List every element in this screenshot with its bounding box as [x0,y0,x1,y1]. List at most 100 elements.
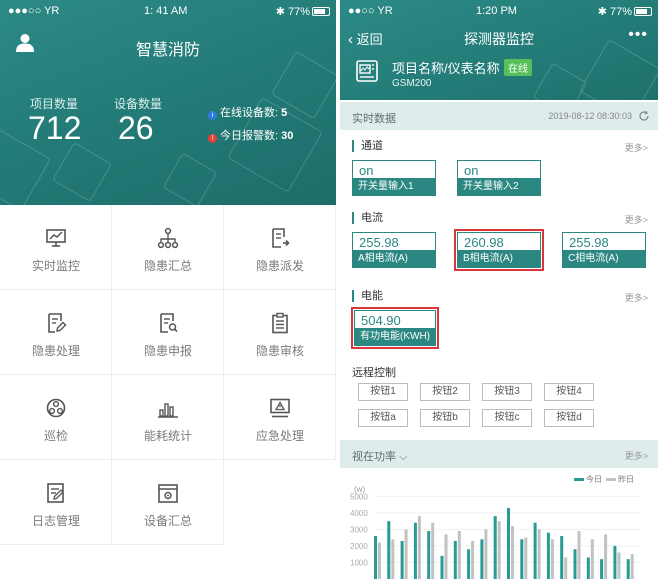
bar-today [533,522,537,579]
current-value-card[interactable]: 255.98 A相电流(A) [352,232,436,268]
device-gear-icon [158,484,178,503]
hierarchy-icon [157,227,179,249]
remote-button-5[interactable]: 按钮a [358,409,408,427]
bar-yesterday [417,516,421,579]
current-value-name: C相电流(A) [563,250,645,267]
remote-button-2[interactable]: 按钮2 [420,383,470,401]
bar-today [573,549,577,579]
battery-status: ✱ 77% [598,5,652,18]
alarm-value: 30 [281,130,294,142]
channel-value-name: 开关量输入2 [458,178,540,195]
more-menu-icon[interactable]: ••• [628,26,648,44]
battery-percent: 77% [287,6,310,18]
chart-more-link[interactable]: 更多> [625,449,648,462]
patrol-icon [46,398,66,418]
menu-item-document-search[interactable]: 隐患申报 [112,290,224,375]
legend-label: 今日 [586,474,602,484]
apparent-power-title: 视在功率 ⌵ [352,448,407,464]
alarm-label: 今日报警数: [220,130,279,142]
menu-item-patrol[interactable]: 巡检 [0,375,112,460]
menu-item-clipboard[interactable]: 隐患审核 [224,290,336,375]
y-tick-label: 2000 [350,542,368,551]
bar-yesterday [550,539,554,579]
current-value: 255.98 [359,235,399,250]
menu-item-label: 应急处理 [255,429,304,443]
menu-item-device-gear[interactable]: 设备汇总 [112,460,224,545]
menu-item-document-send[interactable]: 隐患派发 [224,205,336,290]
legend-swatch [574,478,584,481]
energy-section-title: 电能 [352,290,383,302]
channel-value: on [359,163,374,178]
document-edit-icon [48,313,67,333]
menu-item-label: 日志管理 [31,514,80,528]
current-value-name: A相电流(A) [353,250,435,267]
menu-item-label: 实时监控 [31,259,80,273]
bar-yesterday [431,522,435,579]
remote-button-6[interactable]: 按钮b [420,409,470,427]
clock: 1:20 PM [476,5,517,17]
battery-icon [312,7,330,16]
menu-item-alert-screen[interactable]: 应急处理 [224,375,336,460]
channel-value-card[interactable]: on 开关量输入2 [457,160,541,196]
current-section-title: 电流 [352,212,383,224]
bar-yesterday [471,540,475,579]
refresh-icon[interactable] [638,110,650,122]
alert-screen-icon [270,398,290,418]
bar-yesterday [484,529,488,579]
realtime-title: 实时数据 [352,113,396,125]
bar-today [427,531,431,579]
menu-item-label: 隐患汇总 [143,259,192,273]
menu-item-hierarchy[interactable]: 隐患汇总 [112,205,224,290]
bar-today [600,559,604,579]
menu-item-label: 隐患申报 [143,344,192,358]
energy-more-link[interactable]: 更多> [625,291,648,304]
remote-button-8[interactable]: 按钮d [544,409,594,427]
menu-item-bar-chart[interactable]: 能耗统计 [112,375,224,460]
channel-more-link[interactable]: 更多> [625,141,648,154]
channel-value-card[interactable]: on 开关量输入1 [352,160,436,196]
y-tick-label: 5000 [350,492,368,501]
home-header: ●●●○○ YR 1: 41 AM ✱ 77% 智慧消防 项目数量 712 设备… [0,0,336,205]
bar-today [467,549,471,579]
battery-percent: 77% [609,6,632,18]
online-device-label: 在线设备数: [220,107,279,119]
bar-yesterday [457,531,461,579]
project-count-value: 712 [28,110,82,146]
decor-hexagon [51,141,113,203]
meter-device-icon [356,60,378,82]
log-edit-icon [47,483,64,503]
menu-item-label: 隐患处理 [31,344,80,358]
remote-button-1[interactable]: 按钮1 [358,383,408,401]
current-more-link[interactable]: 更多> [625,213,648,226]
remote-button-4[interactable]: 按钮4 [544,383,594,401]
y-tick-label: 3000 [350,525,368,534]
bar-yesterday [511,526,514,579]
bar-yesterday [378,542,381,579]
apparent-power-bar[interactable]: 视在功率 ⌵ 更多> [340,440,658,468]
y-tick-label: 4000 [350,509,368,518]
carrier-text: ●●●○○ YR [8,5,60,17]
remote-control-title: 远程控制 [352,367,396,379]
bar-yesterday [497,521,501,579]
decor-hexagon [532,62,588,100]
bar-today [453,540,457,579]
current-value-card[interactable]: 255.98 C相电流(A) [562,232,646,268]
bar-today [507,507,510,579]
monitor-chart-icon [46,229,66,247]
bar-today [480,539,484,579]
remote-button-3[interactable]: 按钮3 [482,383,532,401]
y-tick-label: 1000 [350,558,368,567]
menu-item-label: 设备汇总 [143,514,192,528]
bar-yesterday [444,534,448,579]
remote-button-7[interactable]: 按钮c [482,409,532,427]
menu-item-document-edit[interactable]: 隐患处理 [0,290,112,375]
menu-item-monitor-chart[interactable]: 实时监控 [0,205,112,290]
menu-item-label: 隐患派发 [255,259,304,273]
menu-item-log-edit[interactable]: 日志管理 [0,460,112,545]
bar-today [440,555,444,579]
bar-yesterday [404,529,408,579]
bar-today [613,545,617,579]
battery-status: ✱ 77% [276,5,330,18]
bar-yesterday [564,557,568,579]
channel-section-title: 通道 [352,140,383,152]
